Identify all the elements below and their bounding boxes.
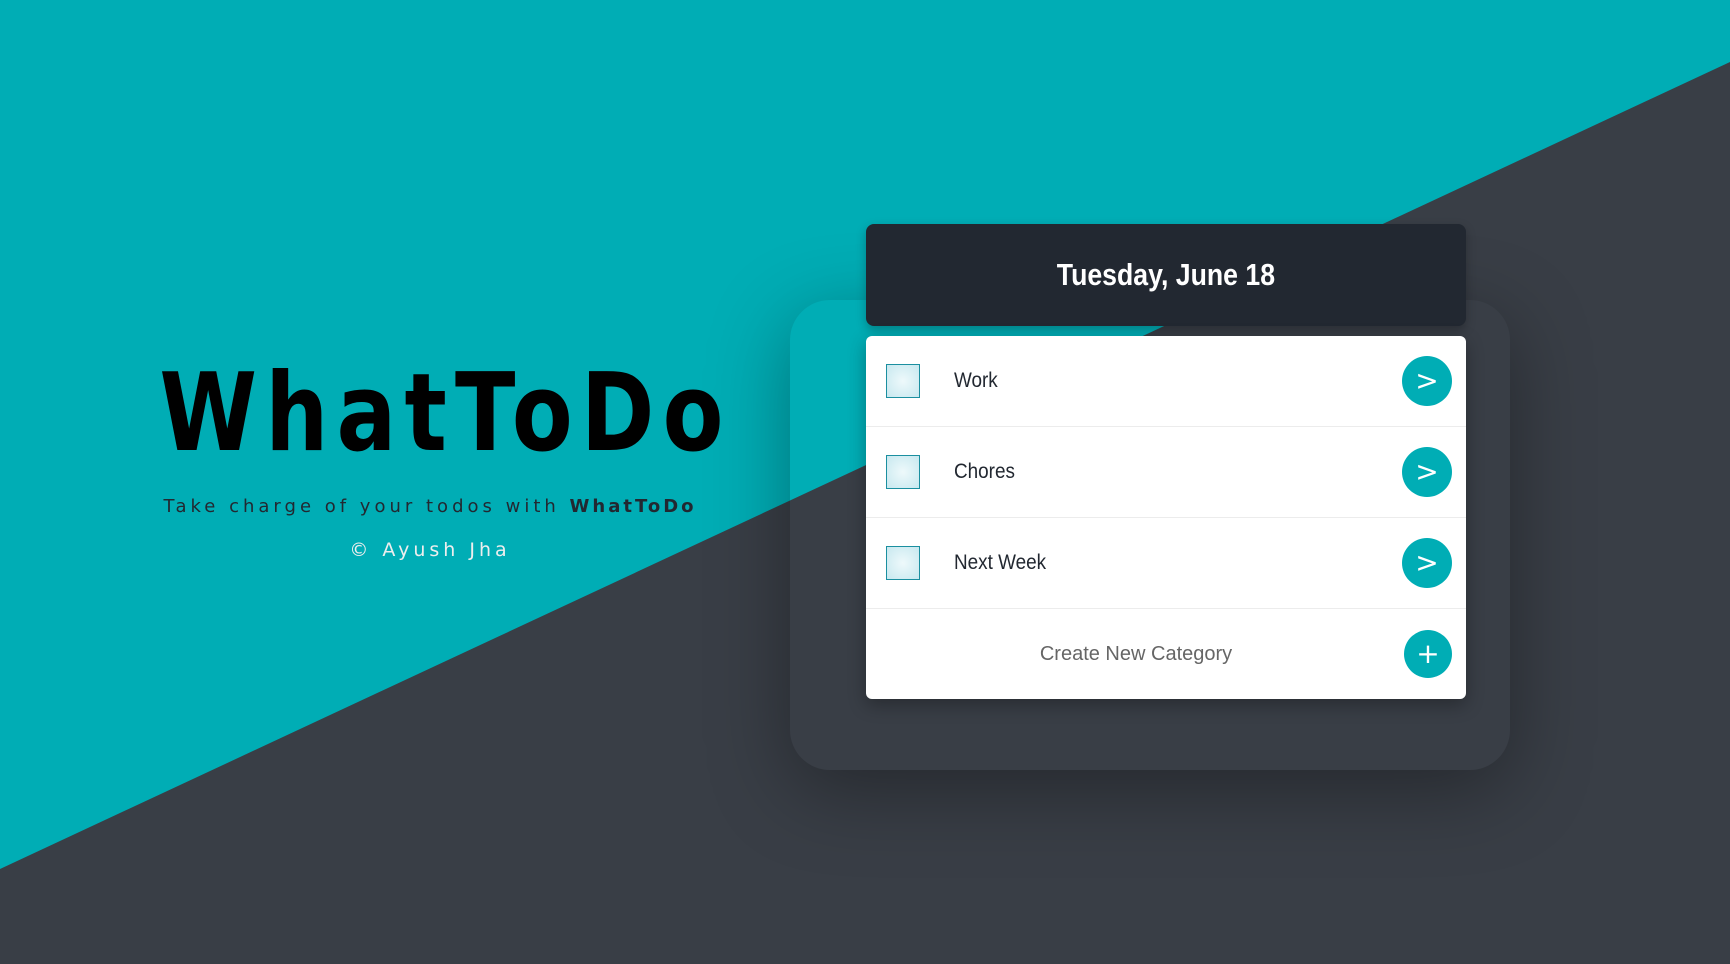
tagline-brand: WhatToDo	[569, 496, 697, 517]
current-date: Tuesday, June 18	[1056, 257, 1276, 292]
date-header: Tuesday, June 18	[866, 224, 1466, 326]
open-category-chores-button[interactable]: >	[1402, 447, 1452, 497]
app-tagline: Take charge of your todos with WhatToDo	[100, 496, 760, 517]
create-category-row: Create New Category +	[866, 609, 1466, 699]
category-checkbox-chores[interactable]	[886, 455, 920, 489]
brand-section: WhatToDo Take charge of your todos with …	[100, 351, 760, 562]
create-category-label: Create New Category	[1039, 643, 1233, 665]
tagline-text: Take charge of your todos with	[163, 496, 570, 517]
list-item: Work >	[866, 336, 1466, 427]
copyright: © Ayush Jha	[349, 539, 511, 561]
category-list: Work > Chores > Next Week > Create New C…	[866, 336, 1466, 699]
category-checkbox-next-week[interactable]	[886, 546, 920, 580]
open-category-work-button[interactable]: >	[1402, 356, 1452, 406]
open-category-next-week-button[interactable]: >	[1402, 538, 1452, 588]
category-label: Next Week	[954, 551, 1047, 574]
add-category-button[interactable]: +	[1404, 630, 1452, 678]
category-checkbox-work[interactable]	[886, 364, 920, 398]
category-label: Chores	[954, 460, 1015, 483]
list-item: Chores >	[866, 427, 1466, 518]
app-title: WhatToDo	[159, 351, 732, 476]
list-item: Next Week >	[866, 518, 1466, 609]
category-label: Work	[954, 369, 998, 392]
